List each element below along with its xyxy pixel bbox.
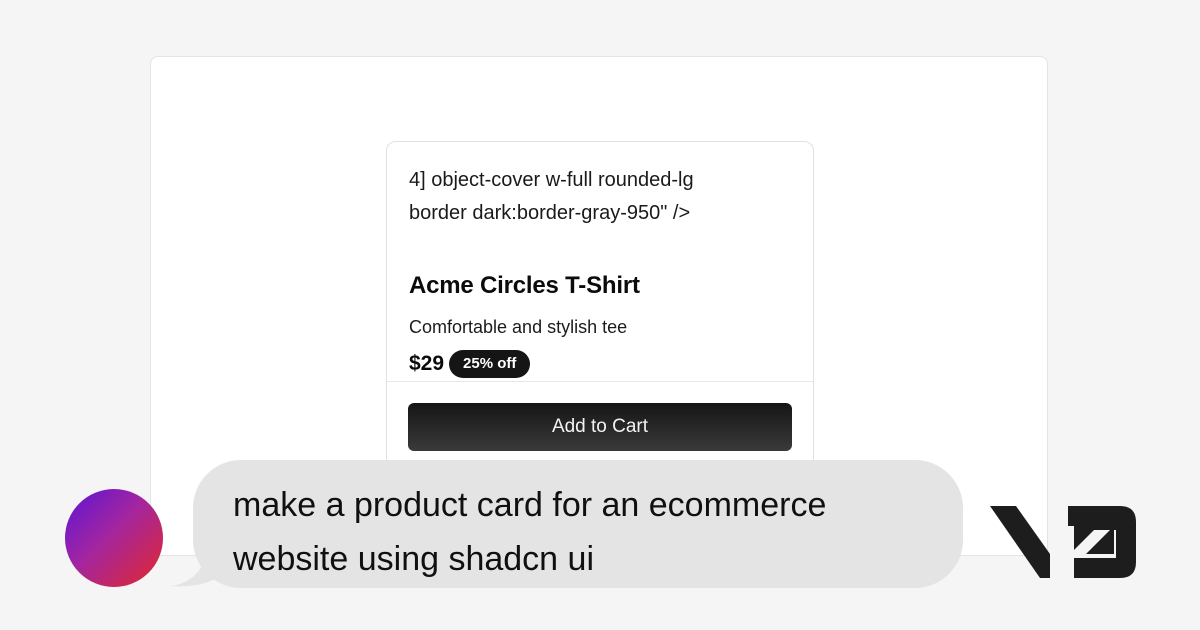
card-divider bbox=[387, 381, 813, 382]
v0-logo-icon bbox=[990, 506, 1136, 578]
discount-badge: 25% off bbox=[449, 350, 531, 378]
add-to-cart-button[interactable]: Add to Cart bbox=[408, 403, 792, 451]
product-title: Acme Circles T-Shirt bbox=[409, 272, 640, 299]
price-row: $29 25% off bbox=[409, 350, 531, 378]
product-price: $29 bbox=[409, 352, 445, 375]
card-content: 4] object-cover w-full rounded-lg border… bbox=[409, 164, 791, 378]
prompt-message: make a product card for an ecommerce web… bbox=[233, 486, 827, 578]
product-card: 4] object-cover w-full rounded-lg border… bbox=[386, 141, 814, 481]
user-avatar bbox=[65, 489, 163, 587]
broken-image-code-text: 4] object-cover w-full rounded-lg border… bbox=[409, 169, 694, 224]
chat-bubble: make a product card for an ecommerce web… bbox=[193, 460, 963, 588]
product-description: Comfortable and stylish tee bbox=[409, 317, 628, 337]
